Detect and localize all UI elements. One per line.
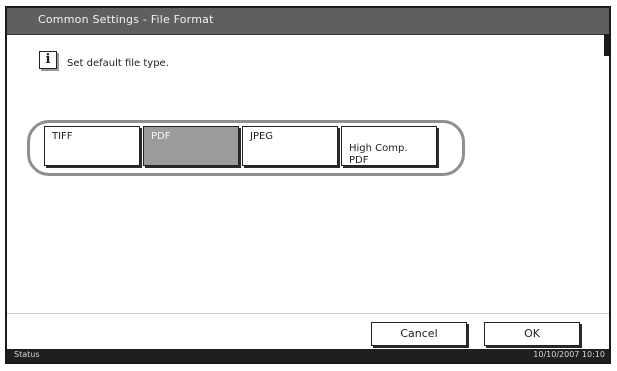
file-type-label: PDF (151, 131, 171, 142)
file-type-label: TIFF (52, 131, 73, 142)
title-bar: Common Settings - File Format (7, 8, 609, 35)
file-type-high-comp-pdf-button[interactable]: High Comp. PDF (341, 126, 437, 166)
footer-divider (7, 313, 609, 314)
panel-frame: Common Settings - File Format i Set defa… (5, 6, 611, 364)
cancel-button[interactable]: Cancel (371, 322, 467, 346)
info-icon: i (39, 51, 57, 69)
file-type-label: JPEG (250, 131, 274, 142)
status-button[interactable]: Status (14, 350, 40, 359)
window-title: Common Settings - File Format (38, 13, 214, 26)
file-type-label: High Comp. PDF (349, 143, 408, 166)
ok-button[interactable]: OK (484, 322, 580, 346)
file-type-pdf-button[interactable]: PDF (143, 126, 239, 166)
datetime: 10/10/2007 10:10 (533, 350, 605, 359)
file-type-jpeg-button[interactable]: JPEG (242, 126, 338, 166)
file-type-tiff-button[interactable]: TIFF (44, 126, 140, 166)
instruction-message: Set default file type. (67, 58, 169, 69)
scroll-indicator (604, 34, 609, 56)
status-bar: Status 10/10/2007 10:10 (7, 349, 609, 362)
